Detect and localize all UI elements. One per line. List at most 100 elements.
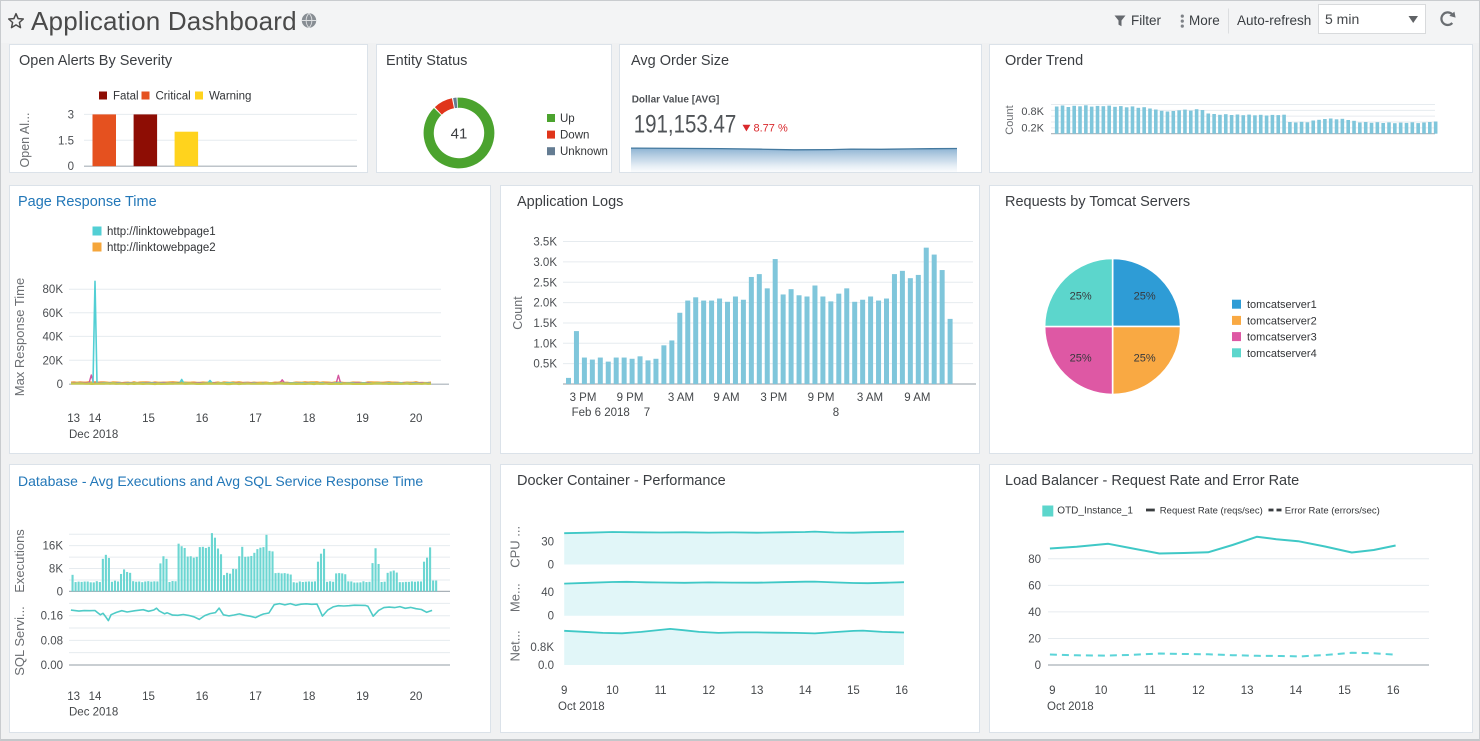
- svg-text:Critical: Critical: [156, 91, 191, 103]
- svg-text:Fatal: Fatal: [113, 91, 139, 103]
- svg-text:Up: Up: [560, 113, 575, 125]
- svg-text:Count: Count: [1004, 105, 1016, 134]
- svg-text:0.8K: 0.8K: [530, 642, 554, 654]
- svg-text:Dollar Value [AVG]: Dollar Value [AVG]: [632, 95, 720, 106]
- svg-text:http://linktowebpage2: http://linktowebpage2: [107, 242, 216, 254]
- svg-text:41: 41: [451, 126, 468, 143]
- svg-text:14: 14: [89, 413, 102, 425]
- svg-text:0: 0: [57, 586, 63, 598]
- svg-text:8.77 %: 8.77 %: [754, 123, 788, 135]
- svg-text:3.5K: 3.5K: [533, 237, 557, 249]
- svg-text:tomcatserver4: tomcatserver4: [1247, 348, 1317, 360]
- svg-text:17: 17: [249, 413, 262, 425]
- svg-text:tomcatserver2: tomcatserver2: [1247, 315, 1317, 327]
- svg-text:12: 12: [1192, 685, 1205, 697]
- svg-text:9 PM: 9 PM: [808, 392, 835, 404]
- svg-text:191,153.47: 191,153.47: [634, 110, 737, 138]
- svg-text:8K: 8K: [49, 564, 63, 576]
- svg-text:OTD_Instance_1: OTD_Instance_1: [1057, 506, 1133, 517]
- svg-text:0: 0: [57, 379, 63, 391]
- svg-text:13: 13: [67, 691, 80, 703]
- svg-text:16: 16: [196, 691, 209, 703]
- svg-text:0.0: 0.0: [538, 660, 554, 672]
- svg-text:0.00: 0.00: [41, 660, 63, 672]
- svg-text:0.5K: 0.5K: [533, 359, 557, 371]
- svg-text:0.2K: 0.2K: [1021, 122, 1044, 134]
- svg-text:tomcatserver1: tomcatserver1: [1247, 299, 1317, 311]
- svg-text:60K: 60K: [43, 308, 64, 320]
- svg-text:15: 15: [142, 691, 155, 703]
- svg-text:3.0K: 3.0K: [533, 257, 557, 269]
- svg-text:0: 0: [68, 161, 74, 173]
- svg-text:9 AM: 9 AM: [713, 392, 739, 404]
- svg-text:11: 11: [1144, 685, 1156, 697]
- svg-text:1.5: 1.5: [58, 135, 74, 147]
- svg-text:20: 20: [410, 691, 423, 703]
- svg-text:3 AM: 3 AM: [857, 392, 883, 404]
- svg-text:Dec 2018: Dec 2018: [69, 707, 118, 719]
- svg-text:15: 15: [847, 685, 860, 697]
- svg-text:40: 40: [1028, 607, 1041, 619]
- svg-text:3: 3: [68, 109, 74, 121]
- svg-text:14: 14: [1289, 685, 1302, 697]
- svg-text:25%: 25%: [1134, 291, 1156, 303]
- svg-text:Oct 2018: Oct 2018: [558, 701, 605, 713]
- svg-text:16: 16: [1387, 685, 1400, 697]
- svg-text:http://linktowebpage1: http://linktowebpage1: [107, 226, 216, 238]
- svg-text:Dec 2018: Dec 2018: [69, 429, 118, 441]
- svg-text:0.8K: 0.8K: [1021, 106, 1044, 118]
- svg-text:16: 16: [895, 685, 908, 697]
- svg-text:19: 19: [356, 691, 369, 703]
- svg-text:14: 14: [799, 685, 812, 697]
- svg-text:8: 8: [833, 407, 839, 419]
- svg-text:30: 30: [541, 537, 554, 549]
- svg-text:0: 0: [548, 611, 554, 623]
- svg-text:16: 16: [196, 413, 209, 425]
- svg-text:Warning: Warning: [209, 91, 251, 103]
- svg-text:18: 18: [303, 413, 316, 425]
- svg-text:80K: 80K: [43, 284, 64, 296]
- svg-text:25%: 25%: [1070, 291, 1092, 303]
- svg-text:80: 80: [1028, 554, 1041, 566]
- svg-text:25%: 25%: [1070, 353, 1092, 365]
- svg-text:13: 13: [751, 685, 764, 697]
- svg-text:10: 10: [1095, 685, 1108, 697]
- svg-text:0: 0: [548, 560, 554, 572]
- svg-text:SQL Servi...: SQL Servi...: [12, 606, 27, 676]
- svg-text:Error Rate (errors/sec): Error Rate (errors/sec): [1285, 506, 1380, 517]
- svg-text:18: 18: [303, 691, 316, 703]
- svg-text:2.0K: 2.0K: [533, 298, 557, 310]
- svg-text:13: 13: [1241, 685, 1254, 697]
- svg-text:1.0K: 1.0K: [533, 338, 557, 350]
- svg-text:9 AM: 9 AM: [904, 392, 930, 404]
- svg-text:Feb 6 2018: Feb 6 2018: [572, 407, 630, 419]
- svg-text:40K: 40K: [43, 331, 64, 343]
- svg-text:0: 0: [1035, 660, 1041, 672]
- svg-text:1.5K: 1.5K: [533, 318, 557, 330]
- svg-text:13: 13: [67, 413, 80, 425]
- svg-text:11: 11: [655, 685, 667, 697]
- svg-text:7: 7: [644, 407, 650, 419]
- svg-text:Open Al...: Open Al...: [18, 113, 32, 168]
- svg-text:20: 20: [1028, 633, 1041, 645]
- svg-text:0.16: 0.16: [41, 611, 63, 623]
- svg-text:20: 20: [410, 413, 423, 425]
- svg-text:60: 60: [1028, 580, 1041, 592]
- svg-text:3 PM: 3 PM: [760, 392, 787, 404]
- svg-text:12: 12: [702, 685, 715, 697]
- svg-text:Executions: Executions: [12, 529, 27, 593]
- svg-text:3 PM: 3 PM: [570, 392, 597, 404]
- svg-text:16K: 16K: [43, 541, 64, 553]
- svg-text:3 AM: 3 AM: [668, 392, 694, 404]
- svg-text:0.08: 0.08: [41, 635, 63, 647]
- svg-text:Down: Down: [560, 130, 589, 142]
- svg-text:9: 9: [1049, 685, 1055, 697]
- svg-text:20K: 20K: [43, 355, 64, 367]
- svg-text:9 PM: 9 PM: [617, 392, 644, 404]
- svg-text:10: 10: [606, 685, 619, 697]
- svg-text:tomcatserver3: tomcatserver3: [1247, 332, 1317, 344]
- svg-text:2.5K: 2.5K: [533, 277, 557, 289]
- svg-text:Count: Count: [511, 296, 525, 330]
- svg-text:15: 15: [1338, 685, 1351, 697]
- svg-text:Max Response Time: Max Response Time: [12, 278, 27, 397]
